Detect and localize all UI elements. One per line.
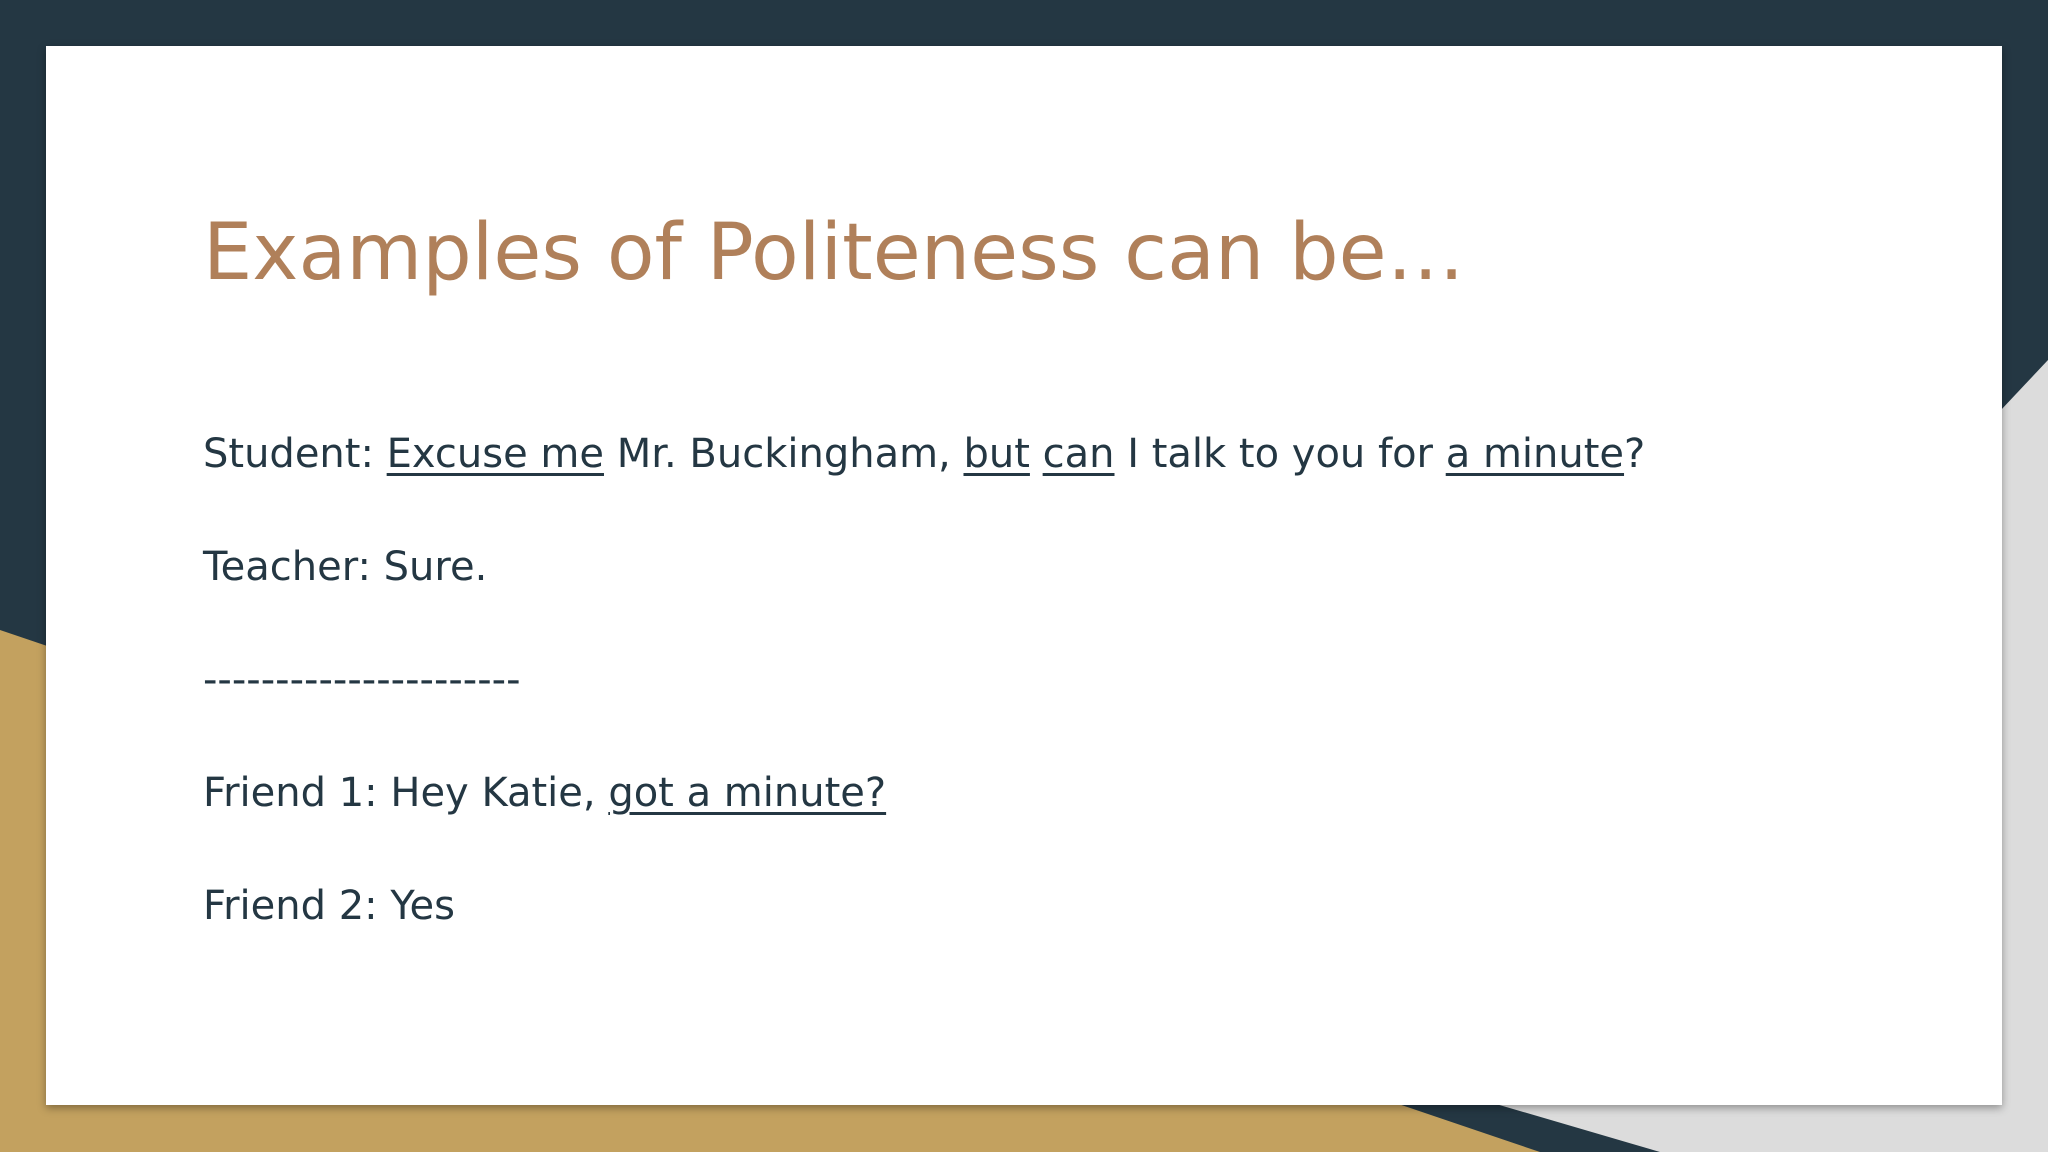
dialogue-separator: ---------------------- bbox=[203, 660, 521, 700]
text-segment: ---------------------- bbox=[203, 657, 521, 703]
text-segment: Friend 2: Yes bbox=[203, 883, 455, 929]
text-segment: Teacher: Sure. bbox=[203, 544, 488, 590]
underlined-phrase: got a minute? bbox=[608, 770, 887, 816]
text-segment bbox=[1030, 431, 1043, 477]
underlined-phrase: can bbox=[1042, 431, 1115, 477]
slide-stage: Examples of Politeness can be… Student: … bbox=[0, 0, 2048, 1152]
slide-title: Examples of Politeness can be… bbox=[203, 208, 1465, 298]
text-segment: Student: bbox=[203, 431, 387, 477]
underlined-phrase: but bbox=[963, 431, 1030, 477]
slide-card: Examples of Politeness can be… Student: … bbox=[46, 46, 2002, 1105]
underlined-phrase: a minute bbox=[1445, 431, 1625, 477]
text-segment: ? bbox=[1624, 431, 1646, 477]
text-segment: Friend 1: Hey Katie, bbox=[203, 770, 609, 816]
dialogue-line-teacher: Teacher: Sure. bbox=[203, 547, 487, 587]
underlined-phrase: Excuse me bbox=[386, 431, 604, 477]
dialogue-line-friend-1: Friend 1: Hey Katie, got a minute? bbox=[203, 773, 886, 813]
dialogue-line-friend-2: Friend 2: Yes bbox=[203, 886, 455, 926]
dialogue-line-student: Student: Excuse me Mr. Buckingham, but c… bbox=[203, 434, 1645, 474]
text-segment: Mr. Buckingham, bbox=[603, 431, 964, 477]
text-segment: I talk to you for bbox=[1114, 431, 1446, 477]
